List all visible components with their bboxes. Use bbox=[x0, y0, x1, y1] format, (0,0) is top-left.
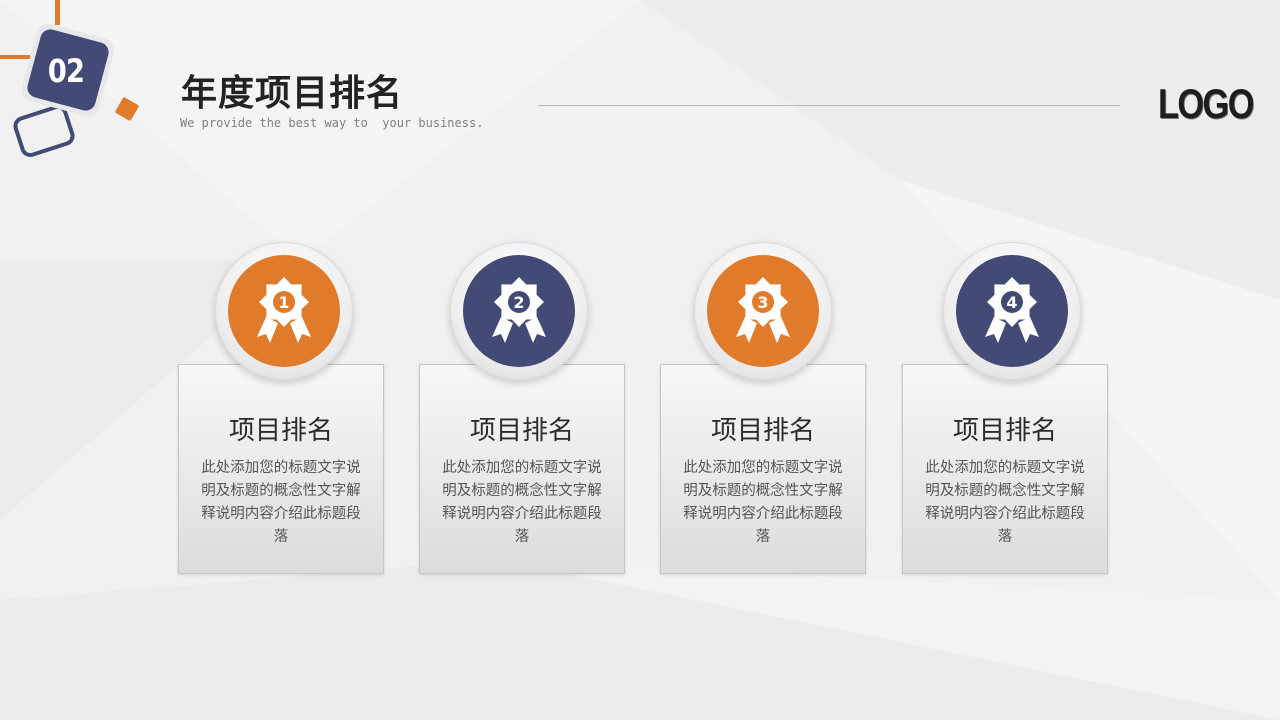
medal-disc: 3 bbox=[707, 255, 819, 367]
header-divider bbox=[538, 105, 1120, 106]
card-description: 此处添加您的标题文字说明及标题的概念性文字解释说明内容介绍此标题段落 bbox=[683, 460, 843, 545]
ranking-card-1: 项目排名 此处添加您的标题文字说明及标题的概念性文字解释说明内容介绍此标题段落 bbox=[178, 364, 384, 574]
ranking-card-4: 项目排名 此处添加您的标题文字说明及标题的概念性文字解释说明内容介绍此标题段落 bbox=[902, 364, 1108, 574]
medal-disc: 2 bbox=[463, 255, 575, 367]
ranking-card-3: 项目排名 此处添加您的标题文字说明及标题的概念性文字解释说明内容介绍此标题段落 bbox=[660, 364, 866, 574]
medal-disc: 1 bbox=[228, 255, 340, 367]
rank-number: 4 bbox=[1006, 293, 1017, 312]
medal-3: 3 bbox=[694, 242, 832, 380]
logo: LOGO bbox=[1158, 80, 1254, 127]
medal-4: 4 bbox=[943, 242, 1081, 380]
page-subtitle: We provide the best way to your business… bbox=[180, 116, 484, 130]
rank-number: 2 bbox=[513, 293, 524, 312]
page-title: 年度项目排名 bbox=[181, 73, 404, 114]
medal-disc: 4 bbox=[956, 255, 1068, 367]
card-description: 此处添加您的标题文字说明及标题的概念性文字解释说明内容介绍此标题段落 bbox=[442, 460, 602, 545]
rank-number: 3 bbox=[757, 293, 768, 312]
medal-2: 2 bbox=[450, 242, 588, 380]
card-description: 此处添加您的标题文字说明及标题的概念性文字解释说明内容介绍此标题段落 bbox=[201, 460, 361, 545]
award-ribbon-icon: 1 bbox=[257, 277, 311, 343]
card-description: 此处添加您的标题文字说明及标题的概念性文字解释说明内容介绍此标题段落 bbox=[925, 460, 1085, 545]
award-ribbon-icon: 3 bbox=[736, 277, 790, 343]
award-ribbon-icon: 2 bbox=[492, 277, 546, 343]
card-title: 项目排名 bbox=[228, 416, 333, 446]
card-title: 项目排名 bbox=[952, 416, 1057, 446]
card-title: 项目排名 bbox=[710, 416, 815, 446]
award-ribbon-icon: 4 bbox=[985, 277, 1039, 343]
medal-1: 1 bbox=[215, 242, 353, 380]
card-title: 项目排名 bbox=[469, 416, 574, 446]
ranking-card-2: 项目排名 此处添加您的标题文字说明及标题的概念性文字解释说明内容介绍此标题段落 bbox=[419, 364, 625, 574]
slide-number: 02 bbox=[47, 52, 85, 90]
rank-number: 1 bbox=[278, 293, 289, 312]
